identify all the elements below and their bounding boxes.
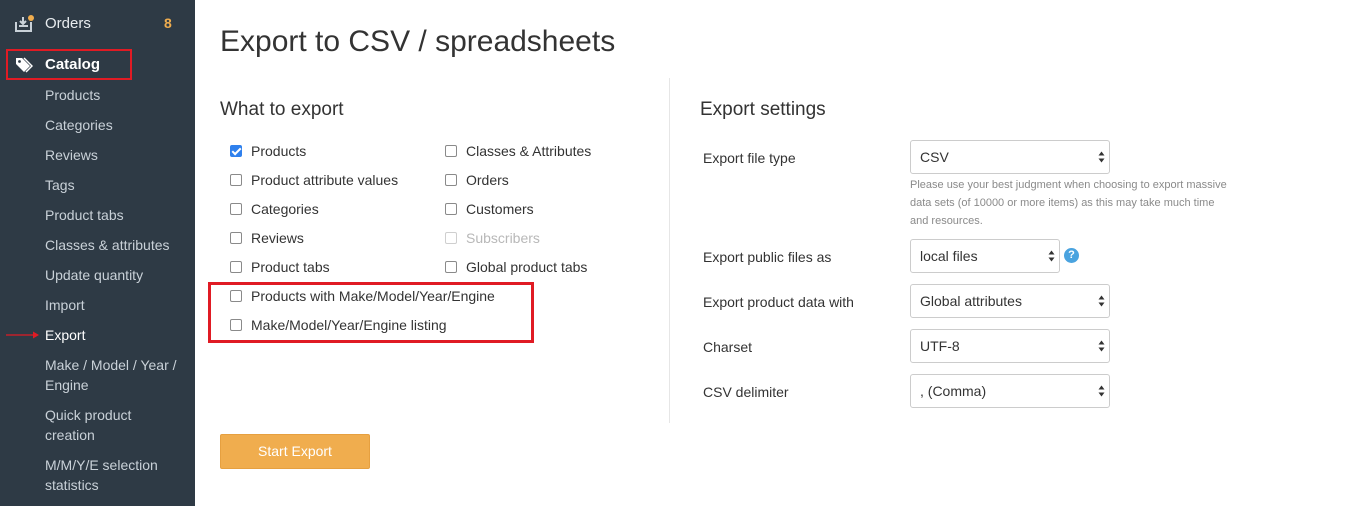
option-label: Subscribers <box>466 230 540 246</box>
file-type-select[interactable]: CSV <box>910 140 1110 174</box>
checkbox[interactable] <box>445 261 457 273</box>
charset-select[interactable]: UTF-8 <box>910 329 1110 363</box>
checkbox[interactable] <box>230 174 242 186</box>
checkbox[interactable] <box>230 232 242 244</box>
column-divider <box>669 78 670 423</box>
checkbox[interactable] <box>230 261 242 273</box>
checkbox[interactable] <box>230 145 242 157</box>
file-type-help-text: Please use your best judgment when choos… <box>910 179 1227 227</box>
export-option-categories[interactable]: Categories <box>230 199 319 219</box>
option-label: Global product tabs <box>466 259 588 275</box>
select-arrows-icon <box>1048 250 1055 262</box>
option-label: Product attribute values <box>251 172 399 188</box>
export-option-product-attribute-values[interactable]: Product attribute values <box>230 170 398 190</box>
file-type-label: Export file type <box>703 150 796 166</box>
select-arrows-icon <box>1098 295 1105 307</box>
page-title: Export to CSV / spreadsheets <box>220 25 616 58</box>
export-option-classes-attributes[interactable]: Classes & Attributes <box>445 141 591 161</box>
select-arrows-icon <box>1098 340 1105 352</box>
sidebar-item-make-model-year-engine[interactable]: Make / Model / Year / Engine <box>45 355 185 395</box>
sidebar: Orders 8 Catalog Products Categories Rev… <box>0 0 195 506</box>
select-value: local files <box>920 248 978 264</box>
sidebar-item-classes-attributes[interactable]: Classes & attributes <box>45 235 185 255</box>
export-option-products[interactable]: Products <box>230 141 306 161</box>
select-value: Global attributes <box>920 293 1022 309</box>
export-option-reviews[interactable]: Reviews <box>230 228 304 248</box>
sidebar-item-update-quantity[interactable]: Update quantity <box>45 265 185 285</box>
option-label: Customers <box>466 201 534 217</box>
sidebar-item-tags[interactable]: Tags <box>45 175 185 195</box>
sidebar-item-products[interactable]: Products <box>45 85 185 105</box>
export-option-subscribers: Subscribers <box>445 228 540 248</box>
select-value: CSV <box>920 149 949 165</box>
public-files-label: Export public files as <box>703 249 832 265</box>
checkbox[interactable] <box>445 203 457 215</box>
checkbox[interactable] <box>230 203 242 215</box>
public-files-select[interactable]: local files <box>910 239 1060 273</box>
option-label: Classes & Attributes <box>466 143 592 159</box>
delimiter-label: CSV delimiter <box>703 384 789 400</box>
sidebar-item-quick-product-creation[interactable]: Quick product creation <box>45 405 185 445</box>
sidebar-item-import[interactable]: Import <box>45 295 185 315</box>
option-label: Categories <box>251 201 319 217</box>
export-option-orders[interactable]: Orders <box>445 170 509 190</box>
mmye-highlight-box <box>208 282 534 343</box>
select-value: , (Comma) <box>920 383 987 399</box>
orders-count-badge: 8 <box>164 15 172 31</box>
checkbox[interactable] <box>445 145 457 157</box>
export-settings-title: Export settings <box>700 99 826 120</box>
what-to-export-title: What to export <box>220 99 344 120</box>
select-arrows-icon <box>1098 151 1105 163</box>
sidebar-item-catalog[interactable]: Catalog <box>45 56 100 73</box>
checkbox <box>445 232 457 244</box>
export-option-product-tabs[interactable]: Product tabs <box>230 257 330 277</box>
charset-label: Charset <box>703 339 753 355</box>
tags-icon <box>16 57 33 73</box>
sidebar-item-reviews[interactable]: Reviews <box>45 145 185 165</box>
option-label: Product tabs <box>251 259 330 275</box>
select-arrows-icon <box>1098 385 1105 397</box>
option-label: Products <box>251 143 307 159</box>
option-label: Orders <box>466 172 509 188</box>
option-label: Reviews <box>251 230 304 246</box>
sidebar-item-product-tabs[interactable]: Product tabs <box>45 205 185 225</box>
start-export-button[interactable]: Start Export <box>220 434 370 469</box>
inbox-icon <box>15 15 34 32</box>
select-value: UTF-8 <box>920 338 960 354</box>
help-icon[interactable]: ? <box>1064 248 1079 263</box>
delimiter-select[interactable]: , (Comma) <box>910 374 1110 408</box>
product-data-label: Export product data with <box>703 294 854 310</box>
checkbox[interactable] <box>445 174 457 186</box>
export-option-global-product-tabs[interactable]: Global product tabs <box>445 257 587 277</box>
sidebar-item-categories[interactable]: Categories <box>45 115 185 135</box>
export-option-customers[interactable]: Customers <box>445 199 534 219</box>
sidebar-item-mmye-statistics[interactable]: M/M/Y/E selection statistics <box>45 455 185 495</box>
arrow-right-icon <box>6 331 39 339</box>
sidebar-item-export[interactable]: Export <box>45 325 185 345</box>
product-data-select[interactable]: Global attributes <box>910 284 1110 318</box>
sidebar-item-orders[interactable]: Orders <box>45 15 91 32</box>
